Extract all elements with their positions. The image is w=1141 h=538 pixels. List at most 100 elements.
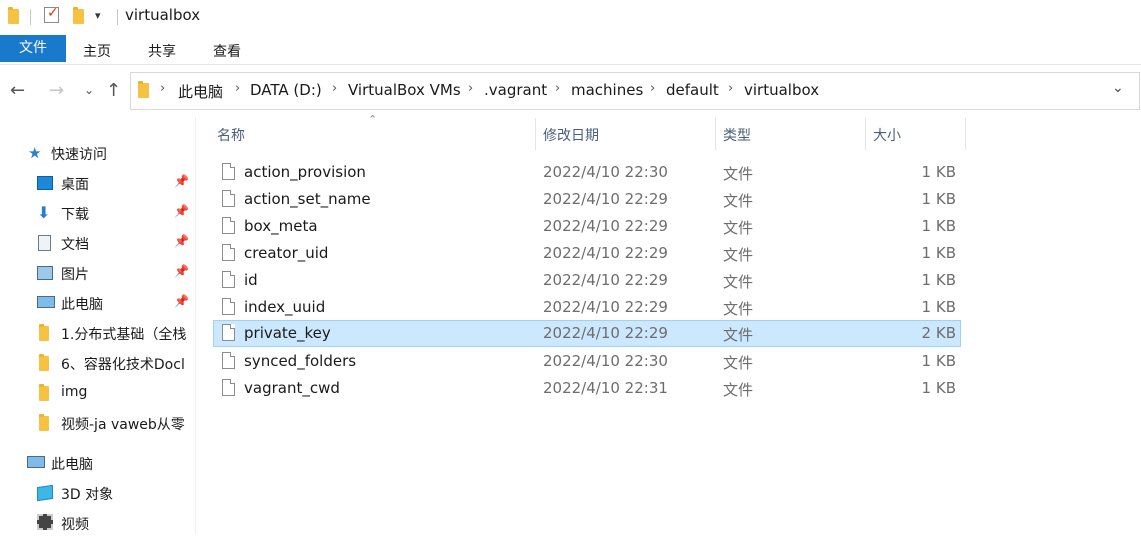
file-row[interactable]: creator_uid 2022/4/10 22:29 文件 1 KB [213, 240, 961, 267]
file-date: 2022/4/10 22:29 [543, 324, 668, 342]
pin-icon[interactable]: 📌 [174, 294, 189, 308]
chevron-right-icon[interactable]: › [555, 81, 560, 96]
nav-item-3d-objects[interactable]: 3D 对象 [0, 478, 195, 508]
chevron-right-icon[interactable]: › [650, 81, 655, 96]
breadcrumb-machines[interactable]: machines [571, 81, 643, 99]
chevron-right-icon[interactable]: › [468, 81, 473, 96]
file-type: 文件 [723, 165, 754, 183]
window-title: virtualbox [125, 6, 201, 24]
nav-item-desktop[interactable]: 桌面 📌 [0, 168, 195, 198]
file-name: action_provision [244, 163, 366, 181]
column-header-name[interactable]: 名称 [217, 125, 245, 145]
nav-label: img [61, 384, 88, 400]
file-size: 1 KB [921, 379, 956, 397]
column-header-size[interactable]: 大小 [873, 125, 901, 145]
column-divider[interactable] [865, 118, 866, 150]
file-size: 1 KB [921, 271, 956, 289]
recent-locations-chevron-icon[interactable]: ⌄ [84, 83, 94, 97]
pin-icon[interactable]: 📌 [174, 234, 189, 248]
customize-toolbar-icon[interactable]: ▾ [95, 9, 101, 22]
video-icon [37, 514, 53, 530]
pin-icon[interactable]: 📌 [174, 174, 189, 188]
back-arrow-icon[interactable]: ← [10, 80, 25, 101]
nav-item-documents[interactable]: 文档 📌 [0, 228, 195, 258]
file-icon [222, 244, 235, 261]
forward-arrow-icon[interactable]: → [49, 80, 64, 101]
breadcrumb-default[interactable]: default [666, 81, 719, 99]
file-name: index_uuid [244, 298, 326, 316]
file-name: creator_uid [244, 244, 329, 262]
file-date: 2022/4/10 22:29 [543, 244, 668, 262]
file-row[interactable]: action_provision 2022/4/10 22:30 文件 1 KB [213, 159, 961, 186]
file-row[interactable]: vagrant_cwd 2022/4/10 22:31 文件 1 KB [213, 375, 961, 402]
tab-view[interactable]: 查看 [213, 41, 241, 61]
file-icon [222, 217, 235, 234]
file-icon [222, 352, 235, 369]
chevron-right-icon[interactable]: › [332, 81, 337, 96]
nav-label: 下载 [61, 207, 89, 223]
nav-item-pictures[interactable]: 图片 📌 [0, 258, 195, 288]
new-folder-icon[interactable] [73, 7, 84, 24]
column-header-type[interactable]: 类型 [723, 125, 751, 145]
file-row[interactable]: index_uuid 2022/4/10 22:29 文件 1 KB [213, 294, 961, 321]
file-row[interactable]: action_set_name 2022/4/10 22:29 文件 1 KB [213, 186, 961, 213]
nav-this-pc[interactable]: 此电脑 [0, 448, 195, 478]
breadcrumb-data-d[interactable]: DATA (D:) [250, 81, 322, 99]
nav-item-this-pc[interactable]: 此电脑 📌 [0, 288, 195, 318]
chevron-right-icon[interactable]: › [160, 81, 165, 96]
pane-divider [195, 117, 196, 534]
file-size: 1 KB [921, 298, 956, 316]
nav-item-folder-video-javaweb[interactable]: 视频-ja vaweb从零 [0, 408, 195, 438]
separator [30, 9, 31, 25]
nav-item-downloads[interactable]: ⬇ 下载 📌 [0, 198, 195, 228]
file-type: 文件 [723, 354, 754, 372]
column-divider[interactable] [965, 118, 966, 150]
chevron-right-icon[interactable]: › [235, 81, 240, 96]
nav-quick-access[interactable]: ★ 快速访问 [0, 138, 195, 168]
file-date: 2022/4/10 22:29 [543, 217, 668, 235]
file-icon [222, 324, 235, 341]
tab-share[interactable]: 共享 [148, 41, 176, 61]
breadcrumb-virtualbox-vms[interactable]: VirtualBox VMs [348, 81, 461, 99]
tab-file[interactable]: 文件 [0, 35, 66, 62]
file-row[interactable]: synced_folders 2022/4/10 22:30 文件 1 KB [213, 348, 961, 375]
file-type: 文件 [723, 300, 754, 318]
chevron-right-icon[interactable]: › [728, 81, 733, 96]
nav-label: 此电脑 [61, 297, 103, 313]
breadcrumb-virtualbox[interactable]: virtualbox [744, 81, 819, 99]
up-arrow-icon[interactable]: ↑ [106, 80, 121, 101]
tab-home[interactable]: 主页 [83, 41, 111, 61]
nav-item-folder-docker[interactable]: 6、容器化技术Docl [0, 348, 195, 378]
pin-icon[interactable]: 📌 [174, 204, 189, 218]
breadcrumb-this-pc[interactable]: 此电脑 [178, 81, 223, 102]
file-row[interactable]: id 2022/4/10 22:29 文件 1 KB [213, 267, 961, 294]
file-type: 文件 [723, 219, 754, 237]
address-history-chevron-icon[interactable]: ⌄ [1112, 80, 1124, 96]
pin-icon[interactable]: 📌 [174, 264, 189, 278]
file-icon [222, 379, 235, 396]
column-header-date[interactable]: 修改日期 [543, 125, 599, 145]
file-size: 1 KB [921, 163, 956, 181]
file-icon [222, 190, 235, 207]
file-date: 2022/4/10 22:29 [543, 190, 668, 208]
file-size: 1 KB [921, 352, 956, 370]
file-size: 1 KB [921, 217, 956, 235]
column-divider[interactable] [535, 118, 536, 150]
file-size: 1 KB [921, 244, 956, 262]
folder-icon [39, 324, 49, 341]
file-date: 2022/4/10 22:31 [543, 379, 668, 397]
file-row-selected[interactable]: private_key 2022/4/10 22:29 文件 2 KB [213, 320, 961, 347]
nav-label: 3D 对象 [61, 487, 114, 503]
separator [117, 9, 118, 25]
nav-label: 快速访问 [51, 147, 107, 163]
nav-label: 视频 [61, 517, 89, 533]
file-row[interactable]: box_meta 2022/4/10 22:29 文件 1 KB [213, 213, 961, 240]
file-icon [222, 298, 235, 315]
nav-item-folder-distributed[interactable]: 1.分布式基础（全栈 [0, 318, 195, 348]
download-icon: ⬇ [37, 203, 51, 222]
column-divider[interactable] [715, 118, 716, 150]
nav-item-folder-img[interactable]: img [0, 378, 195, 408]
breadcrumb-vagrant[interactable]: .vagrant [484, 81, 547, 99]
properties-icon[interactable]: ✓ [44, 5, 59, 23]
star-icon: ★ [28, 144, 42, 162]
